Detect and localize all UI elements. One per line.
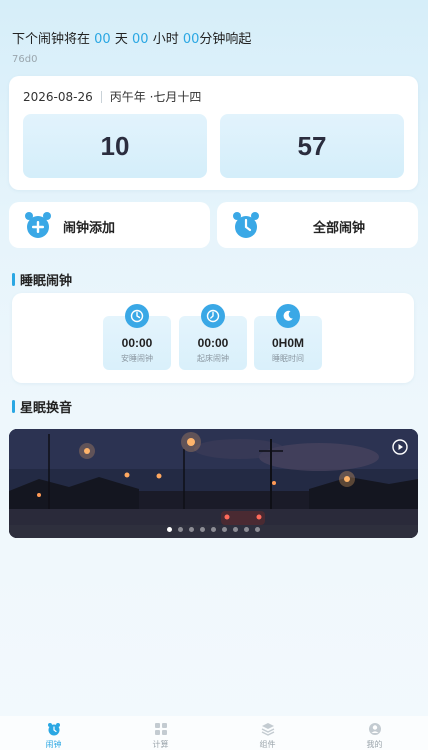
all-alarms-button[interactable]: 全部闹钟 (217, 202, 418, 248)
add-alarm-label: 闹钟添加 (63, 221, 116, 236)
moon-icon (276, 304, 300, 328)
carousel-dot[interactable] (233, 527, 238, 532)
bottom-tab-bar: 闹钟 计算 组件 我的 (0, 716, 428, 750)
countdown-prefix: 下个闹钟将在 (12, 32, 91, 47)
alarm-clock-icon (47, 721, 61, 740)
hour-value: 10 (100, 130, 130, 161)
wakeup-alarm[interactable]: 00:00 起床闹钟 (179, 304, 247, 370)
carousel-dot[interactable] (222, 527, 227, 532)
bedtime-value: 00:00 (121, 336, 153, 350)
countdown-hours: 00 (132, 32, 149, 47)
alarm-clock-icon (231, 210, 261, 244)
sound-section-title: 星眠换音 (12, 397, 72, 416)
tab-widgets[interactable]: 组件 (214, 716, 321, 750)
section-accent-bar (12, 400, 15, 413)
tab-alarm-label: 闹钟 (45, 740, 62, 749)
carousel-dots (9, 527, 418, 532)
tab-calculate-label: 计算 (152, 740, 169, 749)
tab-calculate[interactable]: 计算 (107, 716, 214, 750)
minute-display: 57 (220, 114, 404, 178)
countdown-days-unit: 天 (114, 32, 128, 47)
play-icon[interactable] (392, 439, 408, 459)
countdown-hours-unit: 小时 (152, 32, 179, 47)
carousel-dot[interactable] (255, 527, 260, 532)
minute-value: 57 (297, 130, 327, 161)
countdown-minutes: 00 (182, 32, 200, 47)
lunar-date: 丙午年 ·七月十四 (109, 90, 202, 104)
clock-icon (125, 304, 149, 328)
hour-display: 10 (23, 114, 207, 178)
tab-profile-label: 我的 (366, 740, 383, 749)
next-alarm-countdown: 下个闹钟将在 00 天 00 小时 00分钟响起 (12, 28, 251, 47)
add-alarm-button[interactable]: 闹钟添加 (9, 202, 210, 248)
profile-icon (368, 721, 382, 740)
sound-banner-carousel[interactable] (9, 429, 418, 538)
sleep-duration-value: 0H0M (271, 336, 304, 350)
tab-profile[interactable]: 我的 (321, 716, 428, 750)
night-street-image (9, 429, 418, 538)
carousel-dot[interactable] (178, 527, 183, 532)
add-alarm-icon (23, 210, 53, 244)
sleep-duration-caption: 睡眠时间 (272, 354, 304, 363)
solar-date: 2026-08-26 (23, 89, 93, 104)
calculator-icon (154, 721, 168, 740)
section-accent-bar (12, 273, 15, 286)
sound-title-text: 星眠换音 (20, 401, 73, 416)
wakeup-value: 00:00 (197, 336, 229, 350)
clock-icon (201, 304, 225, 328)
carousel-dot[interactable] (211, 527, 216, 532)
tab-widgets-label: 组件 (259, 740, 276, 749)
all-alarms-label: 全部闹钟 (313, 221, 366, 236)
wakeup-caption: 起床闹钟 (197, 354, 229, 363)
sleep-section-title: 睡眠闹钟 (12, 270, 72, 289)
sleep-title-text: 睡眠闹钟 (20, 274, 73, 289)
carousel-dot[interactable] (244, 527, 249, 532)
countdown-minutes-unit: 分钟响起 (199, 32, 252, 47)
sleep-card: 00:00 安睡闹钟 00:00 起床闹钟 0H0M 睡眠时间 (12, 293, 414, 383)
carousel-dot[interactable] (189, 527, 194, 532)
countdown-days: 00 (94, 32, 111, 47)
carousel-dot[interactable] (167, 527, 172, 532)
layers-icon (261, 721, 275, 740)
tab-alarm[interactable]: 闹钟 (0, 716, 107, 750)
bedtime-caption: 安睡闹钟 (121, 354, 153, 363)
device-id: 76d0 (12, 54, 38, 65)
date-row: 2026-08-26 丙午年 ·七月十四 (23, 88, 201, 105)
clock-card: 2026-08-26 丙午年 ·七月十四 10 57 (9, 76, 418, 190)
bedtime-alarm[interactable]: 00:00 安睡闹钟 (103, 304, 171, 370)
carousel-dot[interactable] (200, 527, 205, 532)
date-divider (100, 90, 102, 103)
sleep-duration[interactable]: 0H0M 睡眠时间 (254, 304, 322, 370)
